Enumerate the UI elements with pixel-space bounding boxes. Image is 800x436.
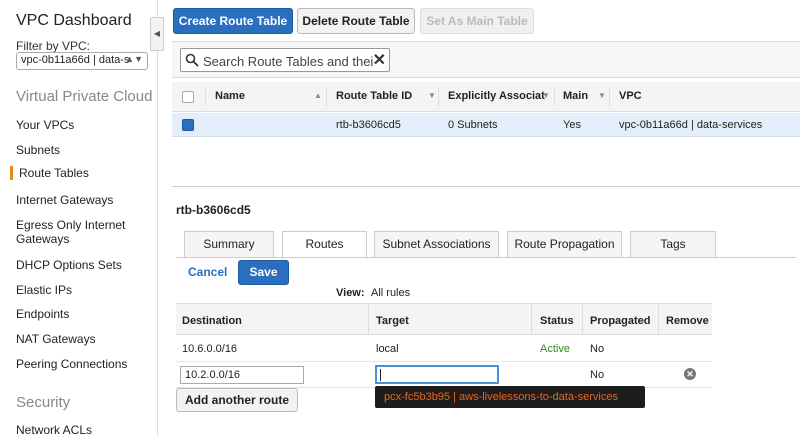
column-divider [326, 88, 327, 106]
tabs-divider [176, 257, 796, 258]
column-divider [609, 88, 610, 106]
sidebar-item-endpoints[interactable]: Endpoints [16, 307, 146, 321]
route-row: 10.6.0.0/16 local Active No [176, 336, 712, 362]
sidebar-item-dhcp-options[interactable]: DHCP Options Sets [16, 258, 146, 272]
select-arrows-icon: ▲▼ [125, 54, 143, 64]
sidebar-item-route-tables[interactable]: Route Tables [10, 166, 140, 180]
destination-input[interactable]: 10.2.0.0/16 [180, 366, 304, 384]
column-header-name[interactable]: Name [215, 90, 245, 102]
view-filter-value[interactable]: All rules [371, 287, 410, 299]
panel-splitter[interactable] [172, 186, 800, 187]
sidebar-item-subnets[interactable]: Subnets [16, 143, 146, 157]
tab-tags[interactable]: Tags [630, 231, 716, 258]
row-vpc: vpc-0b11a66d | data-services [619, 119, 763, 131]
target-suggestion-item[interactable]: pcx-fc5b3b95 | aws-livelessons-to-data-s… [375, 386, 645, 408]
chevron-left-icon: ◀ [153, 29, 161, 38]
sidebar-item-network-acls[interactable]: Network ACLs [16, 423, 146, 436]
column-divider [205, 88, 206, 106]
detail-title: rtb-b3606cd5 [176, 203, 251, 217]
row-route-table-id: rtb-b3606cd5 [336, 119, 401, 131]
route-destination: 10.6.0.0/16 [182, 343, 238, 355]
collapse-sidebar-button[interactable]: ◀ [150, 17, 164, 51]
sidebar-item-egress-only-gateways[interactable]: Egress Only Internet Gateways [16, 218, 146, 246]
add-another-route-button[interactable]: Add another route [176, 388, 298, 412]
row-explicit-associations: 0 Subnets [448, 119, 498, 131]
create-route-table-button[interactable]: Create Route Table [173, 8, 293, 34]
sort-ascending-icon[interactable]: ▲ [314, 91, 322, 100]
column-header-status: Status [540, 315, 574, 327]
delete-route-table-button[interactable]: Delete Route Table [297, 8, 415, 34]
search-icon [185, 53, 199, 67]
cancel-link[interactable]: Cancel [188, 265, 227, 279]
column-divider [531, 304, 532, 335]
vpc-filter-value: vpc-0b11a66d | data-s [21, 54, 130, 66]
chevron-down-icon[interactable]: ▼ [542, 91, 550, 100]
sidebar-item-peering-connections[interactable]: Peering Connections [16, 357, 146, 371]
sidebar-item-internet-gateways[interactable]: Internet Gateways [16, 193, 146, 207]
main-content: Create Route Table Delete Route Table Se… [172, 0, 800, 436]
select-all-checkbox[interactable] [182, 91, 194, 103]
column-divider [582, 304, 583, 335]
column-header-explicitly-associated[interactable]: Explicitly Associat [448, 90, 545, 102]
save-button[interactable]: Save [238, 260, 289, 285]
column-header-destination: Destination [182, 315, 242, 327]
row-main: Yes [563, 119, 581, 131]
routes-table-header: Destination Target Status Propagated Rem… [176, 303, 712, 335]
route-propagated: No [590, 343, 605, 355]
section-security: Security [16, 394, 71, 411]
chevron-down-icon[interactable]: ▼ [428, 91, 436, 100]
section-virtual-private-cloud: Virtual Private Cloud [16, 88, 153, 105]
remove-route-icon[interactable]: ✕ [684, 368, 696, 380]
search-input[interactable]: Search Route Tables and thei ✕ [180, 48, 390, 72]
close-icon[interactable]: ✕ [373, 50, 386, 70]
column-divider [658, 304, 659, 335]
route-tables-grid-header: Name ▲ Route Table ID ▼ Explicitly Assoc… [172, 82, 800, 112]
route-target: local [376, 343, 399, 355]
chevron-down-icon[interactable]: ▼ [598, 91, 606, 100]
column-header-vpc[interactable]: VPC [619, 90, 642, 102]
column-header-route-table-id[interactable]: Route Table ID [336, 90, 412, 102]
sidebar-title[interactable]: VPC Dashboard [16, 12, 132, 30]
column-divider [438, 88, 439, 106]
column-divider [368, 304, 369, 335]
vpc-filter-select[interactable]: vpc-0b11a66d | data-s ▲▼ [16, 52, 148, 70]
tab-summary[interactable]: Summary [184, 231, 274, 258]
set-main-table-button[interactable]: Set As Main Table [420, 8, 534, 34]
column-divider [554, 88, 555, 106]
tab-subnet-associations[interactable]: Subnet Associations [374, 231, 499, 258]
target-input[interactable] [375, 365, 499, 384]
column-header-remove: Remove [666, 315, 709, 327]
view-label: View: [336, 287, 365, 299]
column-header-target: Target [376, 315, 409, 327]
tab-route-propagation[interactable]: Route Propagation [507, 231, 622, 258]
sidebar-item-nat-gateways[interactable]: NAT Gateways [16, 332, 146, 346]
row-checkbox[interactable] [182, 119, 194, 131]
tab-routes[interactable]: Routes [282, 231, 367, 259]
table-row[interactable]: rtb-b3606cd5 0 Subnets Yes vpc-0b11a66d … [172, 113, 800, 137]
sidebar-item-your-vpcs[interactable]: Your VPCs [16, 118, 146, 132]
column-header-main[interactable]: Main [563, 90, 588, 102]
route-status: Active [540, 343, 570, 355]
route-propagated: No [590, 369, 605, 381]
sidebar: VPC Dashboard Filter by VPC: vpc-0b11a66… [0, 0, 158, 436]
text-caret [380, 369, 381, 381]
column-header-propagated: Propagated [590, 315, 651, 327]
search-value: Search Route Tables and thei [203, 54, 374, 69]
filter-label: Filter by VPC: [16, 39, 91, 53]
sidebar-item-elastic-ips[interactable]: Elastic IPs [16, 283, 146, 297]
